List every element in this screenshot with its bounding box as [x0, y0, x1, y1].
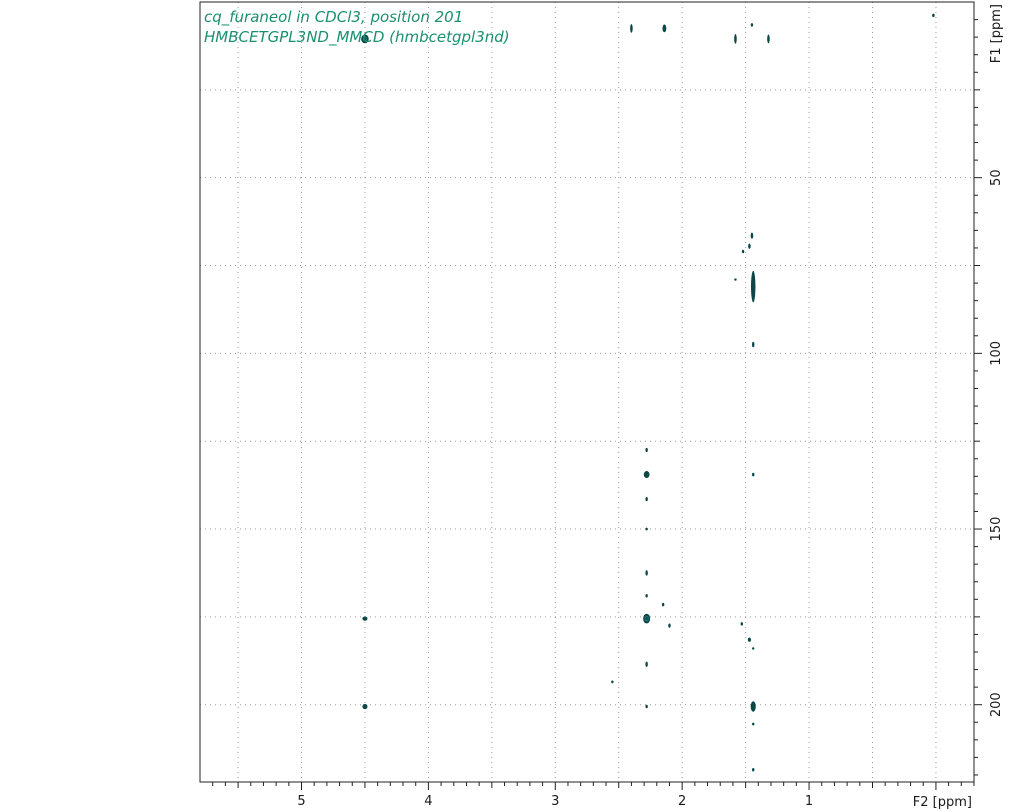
peak-contour-outer: [734, 33, 737, 44]
x-tick-label: 5: [297, 794, 305, 809]
peak-contour-outer: [750, 701, 756, 712]
peak-contour-outer: [752, 472, 755, 477]
peak-contour: [752, 341, 755, 348]
peak-contour-outer: [668, 623, 671, 628]
peak-contour-outer: [645, 497, 648, 502]
peak-contour-outer: [740, 622, 743, 626]
peak-contour: [932, 13, 935, 18]
peak-contour: [752, 472, 755, 477]
peak-contour-outer: [645, 527, 648, 531]
peak-contour: [752, 722, 755, 726]
peak-contour: [645, 661, 648, 667]
grid-lines: [200, 2, 974, 782]
peak-contour: [630, 23, 633, 33]
peak-contour: [750, 232, 754, 239]
peak-contour: [740, 622, 743, 626]
peak-contour-outer: [747, 637, 751, 642]
peak-contour: [752, 767, 755, 772]
peak-contour-outer: [362, 703, 368, 710]
peak-contour-outer: [741, 249, 745, 254]
y-axis: 50 100 150 200: [974, 19, 1004, 776]
x-axis: 5 4 3 2 1: [212, 782, 975, 809]
peak-contour: [734, 33, 737, 44]
peak-contour-outer: [611, 680, 614, 684]
peak-contour: [741, 249, 745, 254]
peak-contour: [645, 447, 648, 453]
peak-contour: [750, 701, 756, 712]
peak-contour: [767, 34, 770, 44]
peak-contour-outer: [932, 13, 935, 18]
peak-contour: [643, 471, 650, 479]
y-tick-label: 200: [989, 692, 1004, 717]
peak-contour-outer: [750, 23, 754, 27]
peak-contour: [611, 680, 614, 684]
peak-contour: [645, 594, 648, 598]
y-tick-label: 50: [989, 169, 1004, 186]
peak-contour-outer: [748, 243, 751, 249]
peak-contour: [734, 278, 737, 281]
peak-contour-outer: [362, 616, 368, 621]
peak-contour-outer: [661, 602, 665, 607]
peak-contour: [752, 647, 755, 650]
peak-contour: [362, 703, 368, 710]
peak-contour-outer: [645, 570, 648, 576]
peak-contour-outer: [645, 704, 648, 709]
peak-contour: [750, 270, 756, 303]
peak-contour-outer: [734, 278, 737, 281]
peak-contour: [362, 616, 368, 621]
peak-contour-outer: [752, 341, 755, 348]
peak-contour: [645, 704, 648, 709]
peak-contour-outer: [662, 24, 667, 33]
peak-contour: [645, 527, 648, 531]
x-tick-label: 1: [805, 794, 813, 809]
x-tick-label: 2: [678, 794, 686, 809]
x-tick-label: 3: [551, 794, 559, 809]
chart-title: cq_furaneol in CDCl3, position 201: [204, 8, 463, 27]
peak-contour: [645, 497, 648, 502]
peak-contour-outer: [752, 647, 755, 650]
peak-contour-outer: [645, 447, 648, 453]
x-axis-label: F2 [ppm]: [913, 795, 972, 810]
peak-contours: [361, 13, 935, 772]
peak-contour-outer: [752, 722, 755, 726]
peak-contour: [643, 613, 651, 624]
peak-contour-outer: [643, 471, 650, 479]
peak-contour-outer: [750, 270, 756, 303]
peak-contour-outer: [643, 613, 651, 624]
peak-contour-outer: [767, 34, 770, 44]
y-tick-label: 150: [989, 517, 1004, 542]
peak-contour-outer: [645, 594, 648, 598]
y-axis-label: F1 [ppm]: [989, 4, 1004, 63]
y-tick-label: 100: [989, 341, 1004, 366]
peak-contour: [747, 637, 751, 642]
peak-contour: [750, 23, 754, 27]
peak-contour-outer: [752, 767, 755, 772]
x-tick-label: 4: [424, 794, 432, 809]
peak-contour: [645, 570, 648, 576]
peak-contour-outer: [630, 23, 633, 33]
peak-contour-outer: [645, 661, 648, 667]
chart-subtitle: HMBCETGPL3ND_MMCD (hmbcetgpl3nd): [204, 28, 510, 47]
peak-contour: [661, 602, 665, 607]
peak-contour: [668, 623, 671, 628]
peak-contour: [662, 24, 667, 33]
plot-frame: [199, 1, 975, 783]
peak-contour-outer: [750, 232, 754, 239]
peak-contour: [748, 243, 751, 249]
spectrum-plot: 5 4 3 2 1 50 100 150 200 cq_furaneol in CDCl3, …: [199, 1, 1004, 810]
